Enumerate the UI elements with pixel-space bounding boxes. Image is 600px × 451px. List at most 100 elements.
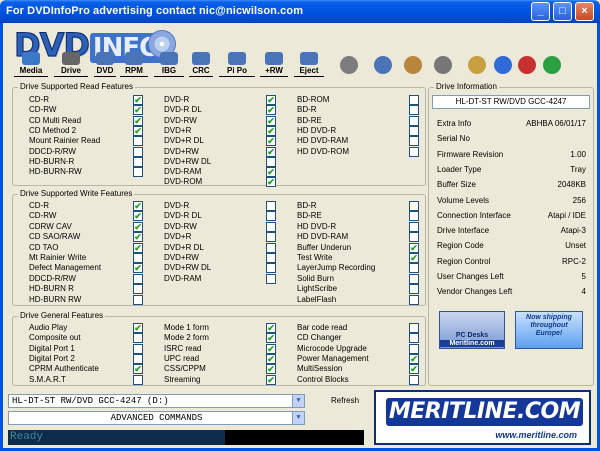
feature-checkbox[interactable] <box>266 273 276 284</box>
toolbar-button-rw[interactable]: +RW <box>260 52 288 76</box>
feature-checkbox[interactable]: ✔ <box>133 115 143 126</box>
drive-select-chevron-down-icon[interactable]: ▼ <box>292 395 304 407</box>
feature-checkbox[interactable]: ✔ <box>266 105 276 116</box>
command-select[interactable]: ADVANCED COMMANDS ▼ <box>8 411 305 425</box>
feature-checkbox[interactable] <box>409 211 419 222</box>
info-icon[interactable] <box>494 56 512 74</box>
dollar-icon[interactable] <box>543 56 561 74</box>
feature-checkbox[interactable] <box>409 263 419 274</box>
toolbar-label: Pi Po <box>219 66 255 77</box>
feature-checkbox[interactable]: ✔ <box>266 146 276 157</box>
toolbar-button-dvd[interactable]: DVD <box>94 52 116 76</box>
feature-checkbox[interactable]: ✔ <box>133 263 143 274</box>
close-button[interactable]: × <box>575 2 594 21</box>
feature-checkbox[interactable]: ✔ <box>409 253 419 263</box>
toolbar-button-rpm[interactable]: RPM <box>120 52 148 76</box>
toolbar-button-drive[interactable]: Drive <box>54 52 88 76</box>
feature-checkbox[interactable] <box>409 221 419 232</box>
command-select-chevron-down-icon[interactable]: ▼ <box>292 412 304 424</box>
dc-icon[interactable] <box>374 56 392 74</box>
feature-checkbox[interactable] <box>133 343 143 354</box>
drive-select[interactable]: HL-DT-ST RW/DVD GCC-4247 (D:) ▼ <box>8 394 305 408</box>
toolbar-button-ibg[interactable]: IBG <box>154 52 184 76</box>
feature-checkbox[interactable] <box>266 201 276 211</box>
feature-checkbox[interactable]: ✔ <box>266 374 276 385</box>
feature-checkbox[interactable] <box>266 263 276 274</box>
notepad-icon[interactable] <box>468 56 486 74</box>
feature-checkbox[interactable]: ✔ <box>133 221 143 232</box>
feature-checkbox[interactable]: ✔ <box>266 125 276 136</box>
feature-checkbox[interactable]: ✔ <box>266 353 276 364</box>
feature-checkbox[interactable] <box>409 343 419 354</box>
feature-checkbox[interactable]: ✔ <box>266 95 276 105</box>
feature-checkbox[interactable]: ✔ <box>266 136 276 147</box>
clipboard-icon[interactable] <box>404 56 422 74</box>
feature-checkbox[interactable]: ✔ <box>133 364 143 375</box>
feature-checkbox[interactable]: ✔ <box>266 323 276 333</box>
feature-label: HD-BURN R <box>29 284 74 294</box>
feature-checkbox[interactable] <box>133 284 143 295</box>
maximize-button[interactable]: □ <box>553 2 572 21</box>
feature-checkbox[interactable] <box>133 273 143 284</box>
feature-checkbox[interactable] <box>266 156 276 167</box>
feature-checkbox[interactable]: ✔ <box>133 242 143 253</box>
feature-checkbox[interactable] <box>409 125 419 136</box>
feature-checkbox[interactable] <box>266 253 276 263</box>
feature-checkbox[interactable]: ✔ <box>266 343 276 354</box>
feature-label: Mount Rainier Read <box>29 136 101 146</box>
feature-checkbox[interactable]: ✔ <box>266 177 276 188</box>
feature-checkbox[interactable] <box>409 374 419 385</box>
feature-checkbox[interactable] <box>266 211 276 222</box>
feature-checkbox[interactable] <box>133 294 143 305</box>
refresh-button[interactable]: Refresh <box>331 396 359 405</box>
feature-checkbox[interactable] <box>133 353 143 364</box>
feature-checkbox[interactable] <box>133 167 143 178</box>
feature-checkbox[interactable] <box>133 374 143 385</box>
feature-checkbox[interactable]: ✔ <box>133 211 143 222</box>
feature-checkbox[interactable] <box>266 242 276 253</box>
feature-checkbox[interactable]: ✔ <box>133 95 143 105</box>
feature-checkbox[interactable] <box>409 105 419 116</box>
europe-shipping-banner[interactable]: Now shipping throughout Europe! <box>515 311 583 349</box>
feature-checkbox[interactable] <box>133 136 143 147</box>
feature-checkbox[interactable] <box>409 115 419 126</box>
feature-checkbox[interactable]: ✔ <box>409 353 419 364</box>
feature-checkbox[interactable] <box>409 333 419 344</box>
feature-checkbox[interactable] <box>133 146 143 157</box>
feature-checkbox[interactable] <box>409 201 419 211</box>
feature-checkbox[interactable]: ✔ <box>133 323 143 333</box>
feature-checkbox[interactable]: ✔ <box>409 364 419 375</box>
feature-checkbox[interactable] <box>409 146 419 157</box>
feature-checkbox[interactable] <box>409 284 419 295</box>
feature-checkbox[interactable]: ✔ <box>133 105 143 116</box>
feature-checkbox[interactable] <box>133 333 143 344</box>
feature-checkbox[interactable]: ✔ <box>133 201 143 211</box>
feature-checkbox[interactable] <box>409 136 419 147</box>
feature-checkbox[interactable] <box>409 294 419 305</box>
feature-checkbox[interactable]: ✔ <box>266 115 276 126</box>
feature-checkbox[interactable]: ✔ <box>266 333 276 344</box>
toolbar-button-pipo[interactable]: Pi Po <box>219 52 255 76</box>
camera-icon[interactable] <box>434 56 452 74</box>
toolbar-button-monitor[interactable]: Media <box>14 52 48 76</box>
pc-desks-banner[interactable]: PC Desks Meritline.com <box>439 311 505 349</box>
feature-checkbox[interactable]: ✔ <box>266 364 276 375</box>
feature-checkbox[interactable] <box>409 232 419 243</box>
feature-checkbox[interactable] <box>133 156 143 167</box>
feature-checkbox[interactable] <box>266 221 276 232</box>
feature-checkbox[interactable]: ✔ <box>266 167 276 178</box>
help-icon[interactable] <box>518 56 536 74</box>
meritline-banner[interactable]: MERITLINE.COM www.meritline.com <box>374 390 591 445</box>
toolbar-button-eject[interactable]: Eject <box>294 52 324 76</box>
disc-tool-icon[interactable] <box>340 56 358 74</box>
feature-checkbox[interactable]: ✔ <box>133 125 143 136</box>
feature-checkbox[interactable]: ✔ <box>409 242 419 253</box>
feature-checkbox[interactable] <box>266 232 276 243</box>
feature-checkbox[interactable] <box>133 253 143 263</box>
feature-checkbox[interactable] <box>409 273 419 284</box>
feature-checkbox[interactable] <box>409 323 419 333</box>
feature-checkbox[interactable] <box>409 95 419 105</box>
minimize-button[interactable]: _ <box>531 2 550 21</box>
feature-checkbox[interactable]: ✔ <box>133 232 143 243</box>
toolbar-button-crc[interactable]: CRC <box>189 52 213 76</box>
